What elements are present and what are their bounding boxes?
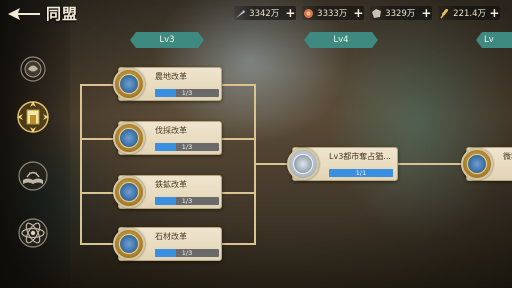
tech-card-lv5[interactable]: 微积	[461, 147, 512, 181]
connector-left-1	[80, 84, 116, 86]
side-tab-book[interactable]	[12, 155, 54, 197]
progress-text: 1/3	[181, 249, 193, 257]
tech-name: 鉄鉱改革	[155, 180, 187, 189]
back-arrow-icon	[8, 8, 40, 20]
level-banner-lv5: Lv	[476, 32, 512, 48]
side-tab-emblem[interactable]	[12, 48, 54, 90]
tech-name: 石材改革	[155, 232, 187, 241]
tech-name: 微积	[503, 152, 512, 161]
tech-card-logging[interactable]: 伐採改革 1/3	[113, 121, 222, 155]
progress-text: 1/3	[181, 197, 193, 205]
tech-progress-bar: 1/3	[155, 249, 219, 257]
connector-left-2	[80, 138, 116, 140]
resource-food: 3333万 +	[302, 6, 364, 20]
ore-icon	[370, 7, 382, 20]
connector-to-lv5	[398, 163, 464, 165]
connector-left-3	[80, 192, 116, 194]
connector-left-vertical	[80, 84, 82, 244]
tech-card-iron[interactable]: 鉄鉱改革 1/3	[113, 175, 222, 209]
tech-card-lv4[interactable]: Lv3都市奪占猶... 1/1	[287, 147, 398, 181]
add-resource-button[interactable]: +	[353, 7, 364, 19]
tech-progress-bar: 1/3	[155, 89, 219, 97]
tech-avatar	[461, 148, 493, 180]
page-title: 同盟	[46, 5, 79, 23]
tech-avatar	[113, 122, 145, 154]
tech-name: 農地改革	[155, 72, 187, 81]
vignette	[0, 0, 512, 288]
tech-name: Lv3都市奪占猶...	[329, 152, 391, 161]
connector-right-1	[222, 84, 256, 86]
resource-ore: 3329万 +	[370, 6, 432, 20]
feather-icon	[234, 7, 246, 20]
side-tab-tower[interactable]	[12, 96, 54, 138]
tech-avatar	[113, 68, 145, 100]
connector-right-4	[222, 243, 256, 245]
add-resource-button[interactable]: +	[489, 7, 500, 19]
connector-right-3	[222, 192, 256, 194]
atom-icon	[18, 218, 48, 248]
tech-name: 伐採改革	[155, 126, 187, 135]
progress-text: 1/3	[181, 143, 193, 151]
side-tab-science[interactable]	[12, 212, 54, 254]
add-resource-button[interactable]: +	[421, 7, 432, 19]
tech-progress-bar: 1/1	[329, 169, 393, 177]
resource-value: 221.4万	[453, 9, 487, 19]
tech-avatar	[113, 176, 145, 208]
tech-card-farmland[interactable]: 農地改革 1/3	[113, 67, 222, 101]
wheat-icon	[438, 7, 450, 20]
level-banner-lv3: Lv3	[130, 32, 204, 48]
tech-progress-bar: 1/3	[155, 143, 219, 151]
level-banner-lv4: Lv4	[304, 32, 378, 48]
connector-left-4	[80, 243, 116, 245]
resource-wheat: 221.4万 +	[438, 6, 500, 20]
connector-right-2	[222, 138, 256, 140]
progress-text: 1/1	[355, 169, 367, 177]
resource-value: 3329万	[385, 9, 416, 19]
resource-value: 3333万	[317, 9, 348, 19]
progress-text: 1/3	[181, 89, 193, 97]
tech-card-stone[interactable]: 石材改革 1/3	[113, 227, 222, 261]
resource-value: 3342万	[249, 9, 280, 19]
tower-shield-icon	[17, 101, 49, 133]
tech-avatar	[113, 228, 145, 260]
resource-feather: 3342万 +	[234, 6, 296, 20]
tech-progress-bar: 1/3	[155, 197, 219, 205]
alliance-emblem-icon	[20, 56, 46, 82]
food-icon	[302, 7, 314, 20]
add-resource-button[interactable]: +	[285, 7, 296, 19]
book-icon	[18, 161, 48, 191]
back-button[interactable]	[8, 6, 40, 20]
tech-avatar	[287, 148, 319, 180]
